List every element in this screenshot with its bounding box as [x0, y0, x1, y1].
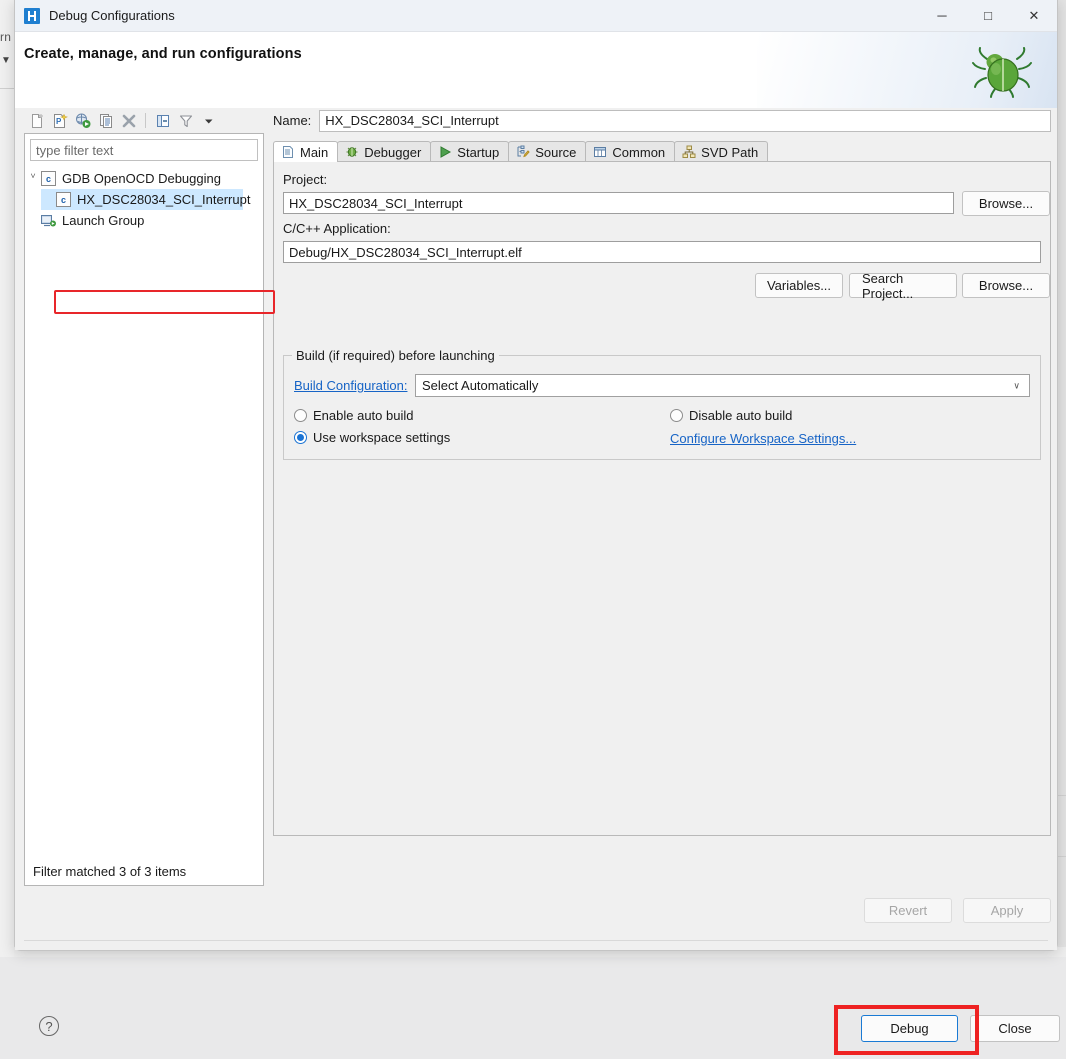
build-configuration-value: Select Automatically — [422, 378, 538, 393]
tab-debugger[interactable]: Debugger — [337, 141, 431, 162]
window-title: Debug Configurations — [49, 8, 175, 23]
c-config-icon: c — [41, 171, 56, 186]
toolbar-separator — [145, 113, 146, 128]
application-input[interactable]: Debug/HX_DSC28034_SCI_Interrupt.elf — [283, 241, 1041, 263]
configuration-editor: Name: HX_DSC28034_SCI_Interrupt Main — [273, 108, 1051, 886]
tab-source[interactable]: Source — [508, 141, 586, 162]
project-label: Project: — [283, 172, 327, 187]
radio-enable-auto-build[interactable]: Enable auto build — [294, 408, 413, 423]
tree-item-hx-dsc28034-sci-interrupt[interactable]: c HX_DSC28034_SCI_Interrupt — [41, 189, 243, 210]
configurations-panel: P — [24, 108, 264, 886]
svg-text:P: P — [56, 117, 62, 126]
tab-label: Source — [535, 145, 576, 160]
dialog-body: P — [15, 108, 1057, 950]
collapse-all-icon[interactable] — [152, 110, 173, 131]
debug-button[interactable]: Debug — [861, 1015, 958, 1042]
application-label: C/C++ Application: — [283, 221, 391, 236]
radio-indicator — [294, 409, 307, 422]
radio-indicator — [294, 431, 307, 444]
revert-button[interactable]: Revert — [864, 898, 952, 923]
application-browse-button[interactable]: Browse... — [962, 273, 1050, 298]
play-green-icon — [438, 145, 452, 159]
maximize-icon[interactable]: □ — [965, 0, 1011, 31]
tab-main[interactable]: Main — [273, 141, 338, 162]
form-action-buttons: Revert Apply — [273, 898, 1051, 926]
source-pencil-icon — [516, 145, 530, 159]
debug-configurations-dialog: Debug Configurations ─ □ ✕ Create, manag… — [14, 0, 1058, 951]
main-tab-panel: Project: HX_DSC28034_SCI_Interrupt Brows… — [273, 161, 1051, 836]
tab-startup[interactable]: Startup — [430, 141, 509, 162]
debugger-bug-icon — [345, 145, 359, 159]
titlebar: Debug Configurations ─ □ ✕ — [15, 0, 1057, 32]
close-icon[interactable]: ✕ — [1011, 0, 1057, 31]
radio-use-workspace-settings[interactable]: Use workspace settings — [294, 430, 450, 445]
filter-input[interactable]: type filter text — [30, 139, 258, 161]
window-controls: ─ □ ✕ — [919, 0, 1057, 31]
radio-disable-auto-build[interactable]: Disable auto build — [670, 408, 792, 423]
tab-label: Debugger — [364, 145, 421, 160]
tab-svd-path[interactable]: SVD Path — [674, 141, 768, 162]
minimize-icon[interactable]: ─ — [919, 0, 965, 31]
name-label: Name: — [273, 113, 311, 128]
tab-label: Startup — [457, 145, 499, 160]
radio-label: Use workspace settings — [313, 430, 450, 445]
tree-item-label: GDB OpenOCD Debugging — [62, 171, 221, 186]
dialog-footer: ? Debug Close — [15, 941, 1057, 1059]
new-configuration-icon[interactable] — [26, 110, 47, 131]
filter-icon[interactable] — [175, 110, 196, 131]
variables-button[interactable]: Variables... — [755, 273, 843, 298]
c-config-icon: c — [56, 192, 71, 207]
tree-toolbar: P — [24, 108, 264, 133]
dialog-header: Create, manage, and run configurations — [15, 32, 1057, 109]
radio-indicator — [670, 409, 683, 422]
tree-item-launch-group[interactable]: Launch Group — [25, 210, 263, 231]
view-menu-icon[interactable] — [198, 110, 219, 131]
delete-icon[interactable] — [118, 110, 139, 131]
chevron-down-icon: ▼ — [1, 55, 11, 66]
apply-button[interactable]: Apply — [963, 898, 1051, 923]
document-icon — [281, 145, 295, 159]
name-row: Name: HX_DSC28034_SCI_Interrupt — [273, 108, 1051, 133]
page-title: Create, manage, and run configurations — [24, 46, 302, 62]
tree-item-label: HX_DSC28034_SCI_Interrupt — [77, 192, 250, 207]
tab-label: Common — [612, 145, 665, 160]
search-project-button[interactable]: Search Project... — [849, 273, 957, 298]
build-configuration-combo[interactable]: Select Automatically ∨ — [415, 374, 1030, 397]
chevron-down-icon: ∨ — [1013, 380, 1020, 391]
tab-common[interactable]: Common — [585, 141, 675, 162]
tab-bar: Main Debugger — [273, 141, 1051, 162]
radio-label: Enable auto build — [313, 408, 413, 423]
project-browse-button[interactable]: Browse... — [962, 191, 1050, 216]
close-button[interactable]: Close — [970, 1015, 1060, 1042]
build-settings-group: Build (if required) before launching Bui… — [283, 355, 1041, 460]
new-prototype-icon[interactable]: P — [49, 110, 70, 131]
configure-workspace-settings-link[interactable]: Configure Workspace Settings... — [670, 431, 856, 446]
configurations-tree: ⱽ c GDB OpenOCD Debugging c HX_DSC28034_… — [25, 168, 263, 857]
project-input[interactable]: HX_DSC28034_SCI_Interrupt — [283, 192, 954, 214]
launch-group-icon — [41, 214, 56, 227]
export-launch-icon[interactable] — [72, 110, 93, 131]
svd-tree-icon — [682, 145, 696, 159]
radio-label: Disable auto build — [689, 408, 792, 423]
filter-status-text: Filter matched 3 of 3 items — [25, 858, 263, 885]
background-left-strip: rn ▼ — [0, 0, 15, 957]
tab-label: Main — [300, 145, 328, 160]
configurations-tree-box: type filter text ⱽ c GDB OpenOCD Debuggi… — [24, 133, 264, 886]
help-icon[interactable]: ? — [39, 1016, 59, 1036]
duplicate-icon[interactable] — [95, 110, 116, 131]
background-divider — [0, 88, 14, 89]
build-group-title: Build (if required) before launching — [292, 348, 499, 363]
tree-item-label: Launch Group — [62, 213, 144, 228]
tab-label: SVD Path — [701, 145, 758, 160]
build-configuration-link[interactable]: Build Configuration: — [294, 378, 407, 393]
background-text-fragment: rn — [0, 30, 11, 44]
tree-item-gdb-openocd-debugging[interactable]: ⱽ c GDB OpenOCD Debugging — [25, 168, 263, 189]
background-right-strip — [1058, 0, 1066, 957]
name-input[interactable]: HX_DSC28034_SCI_Interrupt — [319, 110, 1051, 132]
debug-configurations-icon — [24, 8, 40, 24]
common-table-icon — [593, 145, 607, 159]
chevron-down-icon[interactable]: ⱽ — [25, 173, 41, 184]
green-bug-icon — [971, 45, 1033, 99]
